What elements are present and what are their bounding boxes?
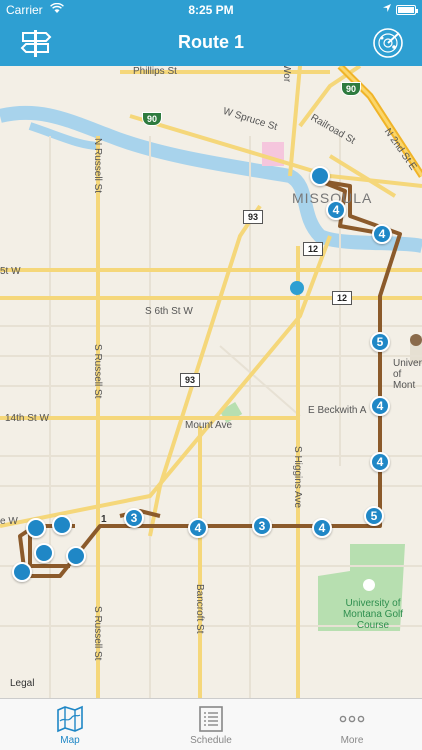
route12-shield-east: 12: [332, 291, 352, 305]
legal-link[interactable]: Legal: [10, 678, 34, 689]
stop-marker[interactable]: 4: [188, 518, 208, 538]
us93-shield-south: 93: [180, 373, 200, 387]
stop-marker[interactable]: [12, 562, 32, 582]
label-north-partial: Wor: [281, 66, 292, 83]
stop-marker[interactable]: 4: [312, 518, 332, 538]
stop-marker[interactable]: 5: [370, 332, 390, 352]
time-label: 8:25 PM: [188, 3, 234, 17]
tab-map-label: Map: [60, 735, 80, 746]
stop-marker[interactable]: [66, 546, 86, 566]
label-bancroft-st: Bancroft St: [194, 584, 205, 634]
stop-marker[interactable]: 3: [124, 508, 144, 528]
location-arrow-icon: [382, 2, 392, 16]
route-map[interactable]: Phillips St W Spruce St Railroad St N 2n…: [0, 66, 422, 698]
radar-icon: [373, 28, 403, 58]
university-icon: [410, 334, 422, 346]
stop-marker[interactable]: [34, 543, 54, 563]
status-bar: Carrier 8:25 PM: [0, 0, 422, 20]
label-14th-st: 14th St W: [5, 413, 49, 424]
label-phillips-st: Phillips St: [133, 66, 177, 77]
stop-marker[interactable]: 4: [370, 452, 390, 472]
stop-marker[interactable]: 4: [372, 224, 392, 244]
us93-shield: 93: [243, 210, 263, 224]
route12-shield: 12: [303, 242, 323, 256]
tab-schedule[interactable]: Schedule: [141, 699, 281, 750]
more-icon: [339, 715, 365, 723]
label-s-russell-st-south: S Russell St: [92, 606, 103, 661]
stop-marker[interactable]: 4: [326, 200, 346, 220]
schedule-icon: [199, 706, 223, 732]
label-5th-st: 5t W: [0, 266, 21, 277]
label-golf-course: University of Montana Golf Course: [342, 598, 404, 631]
label-beckwith-ave: E Beckwith A: [308, 405, 367, 416]
tab-bar: Map Schedule More: [0, 698, 422, 750]
tab-more[interactable]: More: [282, 699, 422, 750]
label-6th-st: S 6th St W: [145, 306, 193, 317]
battery-icon: [396, 5, 418, 15]
page-title: Route 1: [177, 32, 244, 52]
route-marker-1: 1: [101, 514, 107, 525]
stop-marker[interactable]: [52, 515, 72, 535]
stop-marker[interactable]: 5: [364, 506, 384, 526]
label-s-russell-st: S Russell St: [92, 344, 103, 399]
tab-map[interactable]: Map: [0, 699, 140, 750]
stop-marker[interactable]: [310, 166, 330, 186]
label-mount-ave: Mount Ave: [185, 420, 233, 431]
stop-marker[interactable]: 3: [252, 516, 272, 536]
tab-schedule-label: Schedule: [190, 735, 232, 746]
stop-marker[interactable]: [26, 518, 46, 538]
header: Carrier 8:25 PM Route 1: [0, 0, 422, 66]
i90-shield: 90: [142, 112, 162, 126]
radar-button[interactable]: [372, 27, 404, 59]
label-n-russell-st: N Russell St: [92, 138, 103, 194]
tab-more-label: More: [340, 735, 364, 746]
map-icon: [57, 705, 83, 733]
label-s-higgins-ave: S Higgins Ave: [292, 446, 303, 509]
golf-icon: [363, 579, 375, 591]
label-west-partial: e W: [0, 516, 18, 527]
stop-marker[interactable]: 4: [370, 396, 390, 416]
i90-shield-east: 90: [341, 82, 361, 96]
label-university: Univer of Mont: [393, 358, 422, 391]
gas-station-icon: [290, 281, 304, 295]
